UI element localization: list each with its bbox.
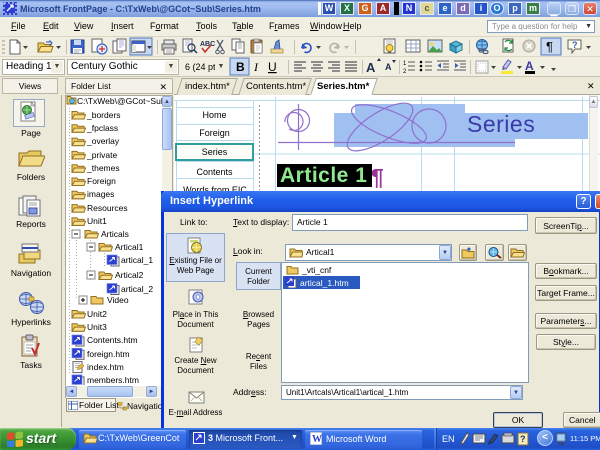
svg-text:B: B (236, 60, 245, 74)
svg-text:Resources: Resources (87, 203, 128, 213)
svg-text:Unit3: Unit3 (87, 322, 107, 332)
svg-text:index.htm: index.htm (87, 362, 124, 372)
svg-text:U: U (268, 60, 277, 74)
svg-text:¶: ¶ (546, 39, 553, 54)
svg-text:1: 1 (403, 61, 407, 67)
svg-text:_fpclass: _fpclass (86, 123, 118, 133)
svg-text:artical_1: artical_1 (121, 255, 153, 265)
svg-text:members.htm: members.htm (87, 375, 139, 385)
svg-text:Unit1: Unit1 (87, 216, 107, 226)
svg-text:_overlay: _overlay (86, 136, 120, 146)
svg-text:Video: Video (107, 295, 129, 305)
svg-text:A: A (366, 60, 376, 75)
svg-text:W: W (312, 434, 322, 445)
svg-text:Artical2: Artical2 (115, 270, 144, 280)
svg-text:I: I (253, 60, 259, 74)
svg-text:Series: Series (467, 111, 535, 137)
svg-text:foreign.htm: foreign.htm (87, 349, 130, 359)
svg-text:_borders: _borders (86, 110, 121, 120)
svg-text:ABC: ABC (200, 41, 215, 48)
svg-text:C:\TxWeb\@GCot~Sub: C:\TxWeb\@GCot~Sub (77, 96, 162, 106)
svg-text:images: images (87, 189, 114, 199)
svg-text:Contents.htm: Contents.htm (87, 335, 138, 345)
svg-text:A: A (525, 59, 534, 73)
svg-text:Articals: Articals (101, 229, 129, 239)
svg-text:2: 2 (403, 69, 407, 75)
svg-text:artical_2: artical_2 (121, 284, 153, 294)
svg-text:_themes: _themes (86, 163, 120, 173)
svg-text:Foreign: Foreign (87, 176, 116, 186)
svg-text:_private: _private (86, 150, 118, 160)
svg-text:A: A (385, 62, 392, 72)
svg-text:Artical1: Artical1 (115, 242, 144, 252)
svg-text:?: ? (520, 434, 526, 444)
svg-text:?: ? (572, 40, 578, 50)
svg-text:Unit2: Unit2 (87, 309, 107, 319)
